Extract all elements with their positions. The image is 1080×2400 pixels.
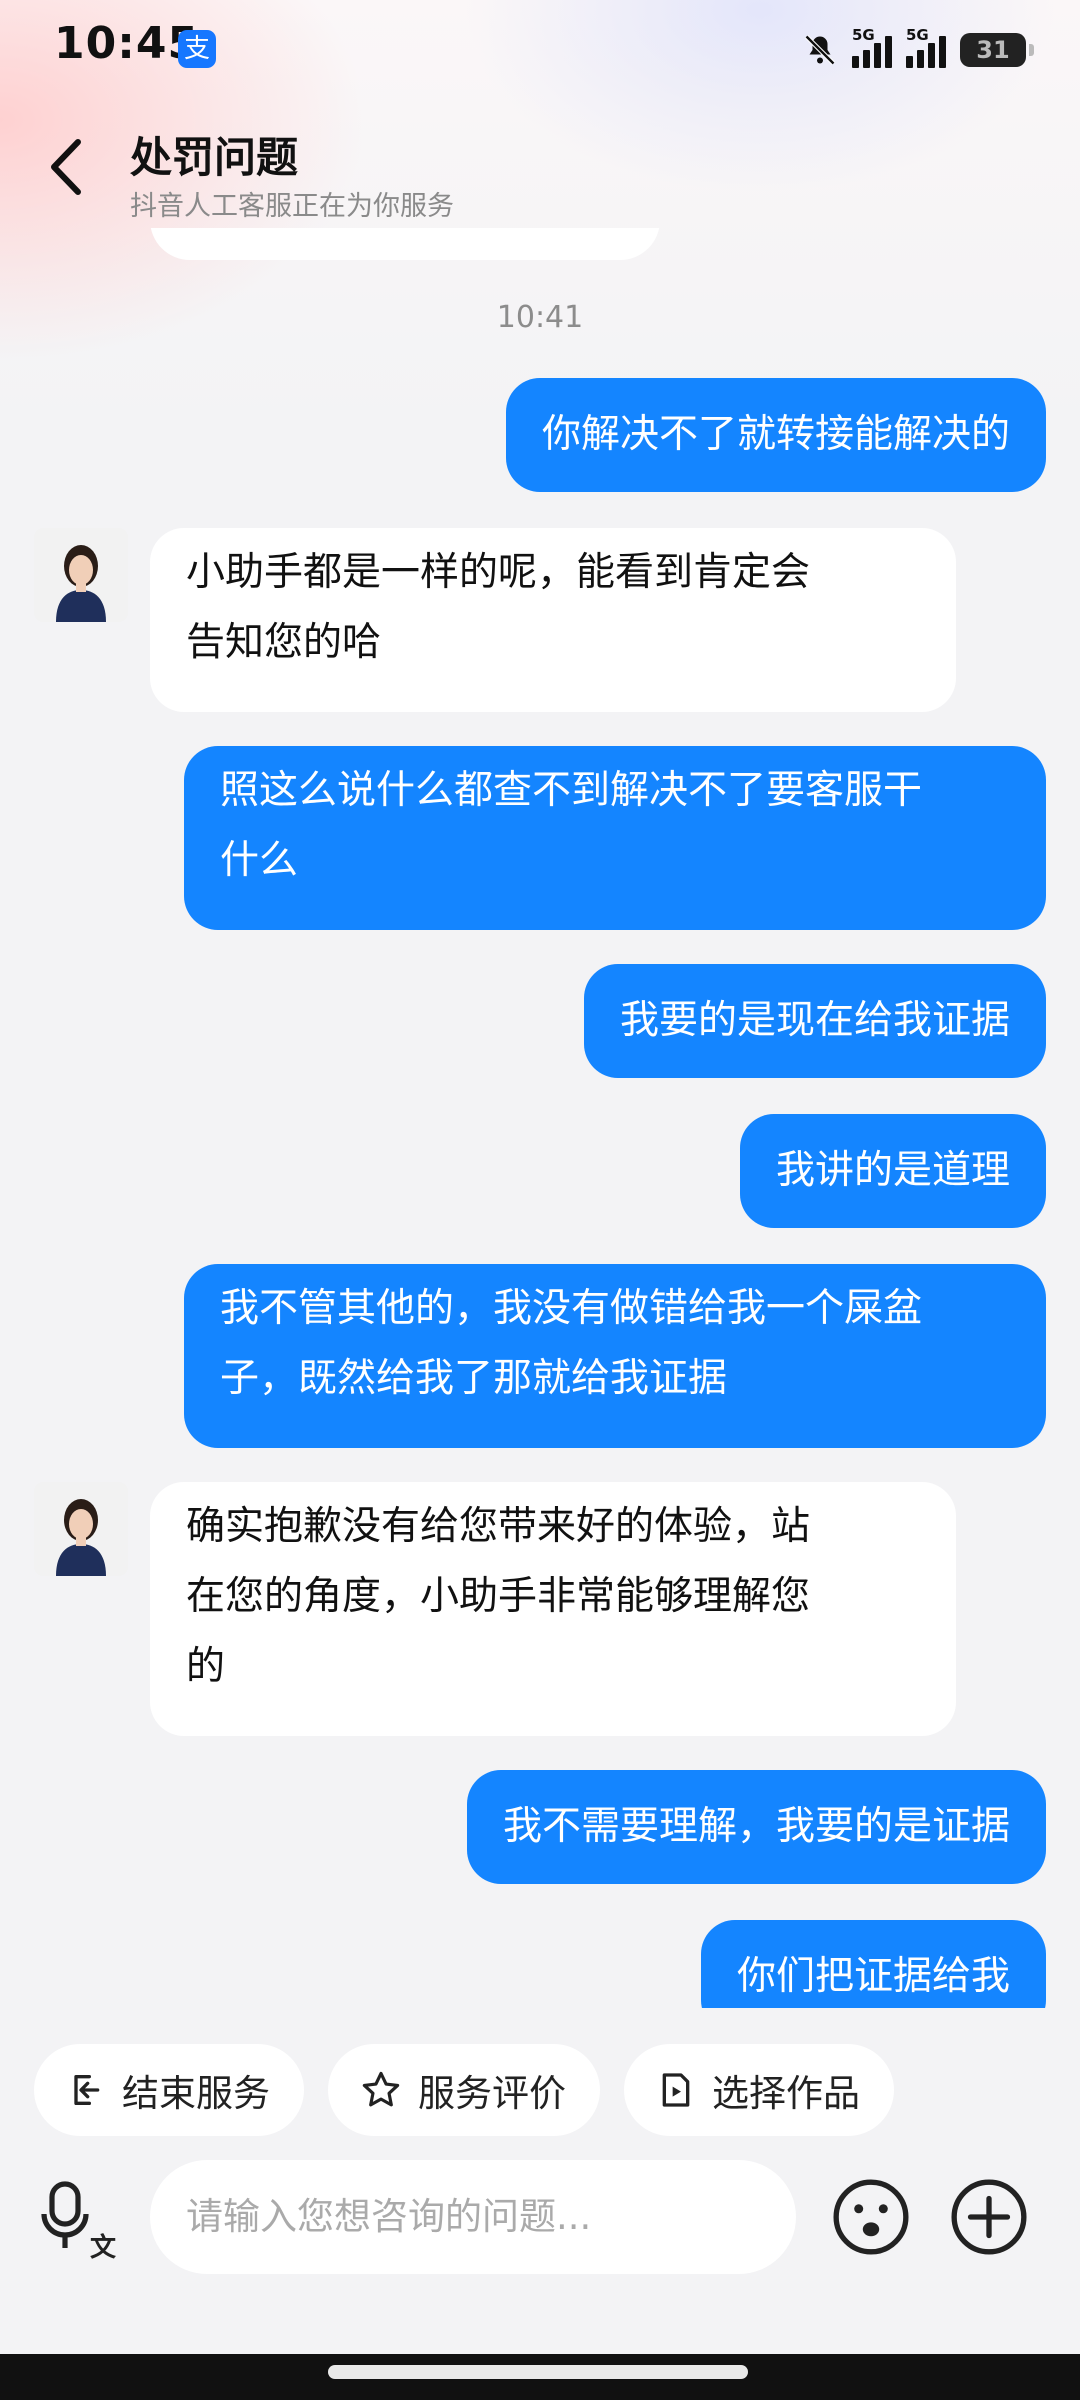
agent-avatar[interactable] xyxy=(34,1482,128,1576)
page-title: 处罚问题 xyxy=(130,133,299,182)
message-text: 我不管其他的，我没有做错给我一个屎盆 xyxy=(220,1286,923,1331)
message-text: 你解决不了就转接能解决的 xyxy=(541,412,1010,457)
end-service-label: 结束服务 xyxy=(122,2072,270,2115)
message-text: 我讲的是道理 xyxy=(775,1148,1010,1193)
message-bubble-partial xyxy=(150,228,660,260)
message-bubble-outgoing[interactable]: 我不需要理解，我要的是证据 xyxy=(466,1770,1046,1884)
signal-icon-2: 5G xyxy=(906,26,946,68)
message-text: 的 xyxy=(186,1644,226,1689)
network-label-1: 5G xyxy=(852,26,875,44)
agent-avatar-image xyxy=(34,528,128,622)
message-bubble-outgoing[interactable]: 你解决不了就转接能解决的 xyxy=(505,378,1046,492)
chat-scroll-area[interactable]: 10:41 你解决不了就转接能解决的 小助手都是一样的呢，能看到肯定会 告知您的… xyxy=(0,228,1080,2008)
home-indicator[interactable] xyxy=(328,2365,748,2379)
battery-icon: 31 xyxy=(960,33,1034,67)
svg-text:文: 文 xyxy=(90,2232,117,2260)
rate-service-button[interactable]: 服务评价 xyxy=(328,2044,600,2136)
message-input-bar: 文 xyxy=(0,2160,1080,2280)
network-label-2: 5G xyxy=(906,26,929,44)
chevron-left-icon[interactable] xyxy=(38,132,98,202)
message-bubble-outgoing[interactable]: 我讲的是道理 xyxy=(739,1114,1046,1228)
mute-bell-icon xyxy=(804,34,836,66)
chat-header: 处罚问题 抖音人工客服正在为你服务 xyxy=(0,110,1080,230)
message-text: 什么 xyxy=(220,838,299,883)
message-text: 小助手都是一样的呢，能看到肯定会 xyxy=(186,550,811,595)
message-bubble-outgoing[interactable]: 照这么说什么都查不到解决不了要客服干 什么 xyxy=(184,746,1046,930)
message-text: 我要的是现在给我证据 xyxy=(619,998,1010,1043)
page-subtitle: 抖音人工客服正在为你服务 xyxy=(130,191,454,222)
select-work-button[interactable]: 选择作品 xyxy=(624,2044,894,2136)
end-service-button[interactable]: 结束服务 xyxy=(34,2044,304,2136)
message-bubble-outgoing[interactable]: 我不管其他的，我没有做错给我一个屎盆 子，既然给我了那就给我证据 xyxy=(184,1264,1046,1448)
exit-icon xyxy=(74,2075,100,2105)
message-text: 在您的角度，小助手非常能够理解您 xyxy=(186,1574,811,1619)
message-text: 告知您的哈 xyxy=(186,620,382,665)
message-bubble-outgoing[interactable]: 我要的是现在给我证据 xyxy=(583,964,1046,1078)
message-bubble-outgoing[interactable]: 你们把证据给我 xyxy=(700,1920,1046,2008)
message-input[interactable] xyxy=(150,2160,796,2274)
message-text: 照这么说什么都查不到解决不了要客服干 xyxy=(220,768,923,813)
plus-icon[interactable] xyxy=(948,2176,1030,2258)
message-bubble-incoming[interactable]: 小助手都是一样的呢，能看到肯定会 告知您的哈 xyxy=(150,528,956,712)
message-text: 我不需要理解，我要的是证据 xyxy=(502,1804,1010,1849)
voice-to-text-icon[interactable]: 文 xyxy=(40,2180,120,2260)
message-text: 确实抱歉没有给您带来好的体验，站 xyxy=(186,1504,811,1549)
rate-service-label: 服务评价 xyxy=(418,2072,566,2115)
status-bar: 10:45 支 5G 5G 31 xyxy=(0,0,1080,100)
message-text: 子，既然给我了那就给我证据 xyxy=(220,1356,728,1401)
emoji-icon[interactable] xyxy=(830,2176,912,2258)
agent-avatar[interactable] xyxy=(34,528,128,622)
agent-avatar-image xyxy=(34,1482,128,1576)
quick-actions: 结束服务 服务评价 选择作品 xyxy=(34,2044,894,2136)
star-icon xyxy=(362,2071,400,2107)
status-icons: 5G 5G 31 xyxy=(802,26,1034,74)
message-text: 你们把证据给我 xyxy=(736,1954,1010,1999)
video-select-icon xyxy=(662,2073,690,2107)
select-work-label: 选择作品 xyxy=(712,2072,860,2115)
chat-timestamp: 10:41 xyxy=(496,300,584,335)
alipay-icon: 支 xyxy=(178,30,216,68)
signal-icon: 5G xyxy=(852,26,892,68)
message-bubble-incoming[interactable]: 确实抱歉没有给您带来好的体验，站 在您的角度，小助手非常能够理解您 的 xyxy=(150,1482,956,1736)
